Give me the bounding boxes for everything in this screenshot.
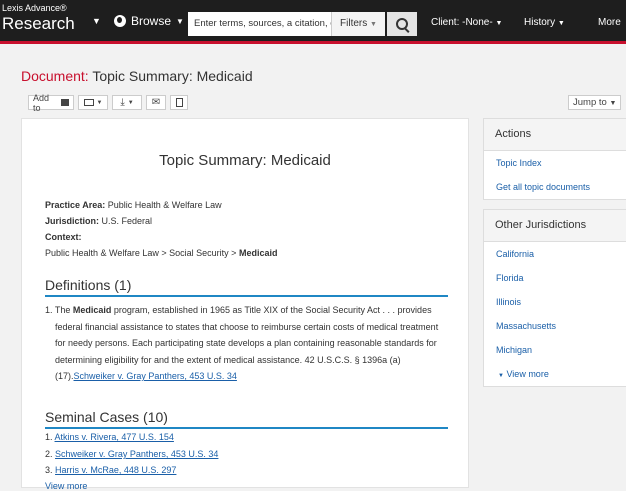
page-title: Document: Topic Summary: Medicaid [21, 68, 253, 84]
product-switcher-chevron-icon[interactable]: ▼ [92, 16, 101, 26]
jurisdiction-link-michigan[interactable]: Michigan [484, 338, 626, 362]
chevron-down-icon: ▼ [557, 20, 565, 27]
definition-line-1: 1. The Medicaid program, established in … [45, 302, 450, 319]
document-icon [175, 98, 183, 107]
context-path: Public Health & Welfare Law > Social Sec… [45, 248, 237, 258]
actions-heading: Actions [484, 119, 626, 151]
browse-menu[interactable]: Browse ▼ [114, 14, 184, 28]
envelope-icon: ✉ [151, 97, 161, 108]
chevron-down-icon: ▼ [498, 373, 504, 379]
jump-to-label: Jump to [573, 97, 607, 108]
case-link[interactable]: Schweiker v. Gray Panthers, 453 U.S. 34 [55, 449, 218, 459]
filters-dropdown[interactable]: Filters ▼ [331, 12, 385, 36]
browse-label: Browse [131, 14, 172, 28]
practice-area-value: Public Health & Welfare Law [107, 200, 222, 210]
view-more-cases-link[interactable]: View more [45, 481, 87, 491]
case-number: 3. [45, 465, 53, 475]
jurisdiction-line: Jurisdiction: U.S. Federal [45, 216, 152, 226]
page-title-text: Topic Summary: Medicaid [92, 68, 253, 84]
view-more-jurisdictions-link[interactable]: ▼ View more [484, 362, 626, 386]
definition-line-3: for needy persons. Each participating st… [55, 338, 437, 348]
download-button[interactable]: ⤓ ▼ [112, 95, 142, 110]
context-label: Context: [45, 232, 82, 242]
history-label: History [524, 17, 556, 28]
more-menu[interactable]: More [598, 17, 621, 28]
chevron-down-icon: ▼ [495, 20, 503, 27]
definition-item: 1. The Medicaid program, established in … [45, 302, 450, 385]
jurisdiction-link-massachusetts[interactable]: Massachusetts [484, 314, 626, 338]
add-to-folder-button[interactable]: Add to [28, 92, 74, 113]
definition-citation-link[interactable]: Schweiker v. Gray Panthers, 453 U.S. 34 [74, 371, 237, 381]
jurisdiction-link-florida[interactable]: Florida [484, 266, 626, 290]
document-panel: Topic Summary: Medicaid Practice Area: P… [21, 118, 469, 491]
jurisdiction-label: Jurisdiction: [45, 216, 100, 226]
top-nav-bar: Lexis Advance® Research ▼ Browse ▼ Enter… [0, 0, 626, 41]
context-path-line: Public Health & Welfare Law > Social Sec… [45, 248, 277, 258]
jurisdiction-link-california[interactable]: California [484, 242, 626, 266]
definition-line-4: determining eligibility for and the exte… [55, 354, 401, 365]
definition-line-2: federal financial assistance to states t… [55, 321, 439, 332]
jurisdiction-value: U.S. Federal [101, 216, 153, 226]
jurisdiction-link-illinois[interactable]: Illinois [484, 290, 626, 314]
history-menu[interactable]: History ▼ [524, 17, 565, 28]
chevron-down-icon: ▼ [127, 99, 134, 106]
logo-brand-text: Lexis Advance® [2, 3, 67, 13]
search-input[interactable]: Enter terms, sources, a citation, o [188, 12, 331, 36]
more-label: More [598, 17, 621, 28]
definitions-divider [45, 295, 448, 297]
case-list-item: 1. Atkins v. Rivera, 477 U.S. 154 [45, 432, 174, 442]
print-button[interactable]: ▼ [78, 95, 108, 110]
topic-index-link[interactable]: Topic Index [484, 151, 626, 175]
printer-icon [83, 99, 94, 106]
folder-icon [60, 99, 69, 106]
document-heading: Topic Summary: Medicaid [159, 152, 331, 169]
chevron-down-icon: ▼ [176, 16, 184, 26]
add-to-label: Add to [33, 92, 50, 113]
definition-term: Medicaid [72, 305, 112, 315]
definition-number: 1. The [45, 305, 71, 315]
seminal-cases-heading: Seminal Cases (10) [45, 409, 168, 425]
practice-area-label: Practice Area: [45, 200, 106, 210]
client-menu[interactable]: Client: -None- ▼ [431, 17, 502, 28]
document-toolbar: Add to ▼ ⤓ ▼ ✉ [28, 92, 188, 113]
other-jurisdictions-panel: Other Jurisdictions California Florida I… [483, 209, 626, 387]
context-label-line: Context: [45, 232, 82, 242]
context-topic: Medicaid [238, 248, 278, 258]
filters-label: Filters [340, 18, 368, 29]
practice-area-line: Practice Area: Public Health & Welfare L… [45, 200, 222, 210]
download-icon: ⤓ [120, 97, 125, 108]
actions-panel: Actions Topic Index Get all topic docume… [483, 118, 626, 200]
case-link[interactable]: Harris v. McRae, 448 U.S. 297 [55, 465, 176, 475]
case-number: 2. [45, 449, 53, 459]
view-more-label: View more [506, 369, 549, 379]
client-label: Client: -None- [431, 17, 493, 28]
seminal-cases-divider [45, 427, 448, 429]
page-title-prefix: Document: [21, 68, 89, 84]
definition-text: program, established in 1965 as Title XI… [113, 305, 432, 315]
accent-divider [0, 41, 626, 44]
chevron-down-icon: ▼ [370, 21, 377, 28]
save-document-button[interactable] [170, 95, 188, 110]
case-list-item: 3. Harris v. McRae, 448 U.S. 297 [45, 465, 176, 475]
definition-line-5: (17).Schweiker v. Gray Panthers, 453 U.S… [45, 368, 450, 385]
other-jurisdictions-heading: Other Jurisdictions [484, 210, 626, 242]
jump-to-dropdown[interactable]: Jump to ▼ [568, 95, 622, 110]
definition-text: (17). [55, 371, 74, 381]
case-number: 1. [45, 432, 53, 442]
globe-icon [114, 15, 126, 27]
case-link[interactable]: Atkins v. Rivera, 477 U.S. 154 [55, 432, 174, 442]
case-list-item: 2. Schweiker v. Gray Panthers, 453 U.S. … [45, 449, 218, 459]
chevron-down-icon: ▼ [96, 99, 103, 106]
get-all-topic-documents-link[interactable]: Get all topic documents [484, 175, 626, 199]
definitions-heading: Definitions (1) [45, 277, 132, 293]
email-button[interactable]: ✉ [146, 95, 166, 110]
search-button[interactable] [387, 12, 417, 36]
search-icon [396, 18, 408, 30]
chevron-down-icon: ▼ [609, 100, 617, 107]
